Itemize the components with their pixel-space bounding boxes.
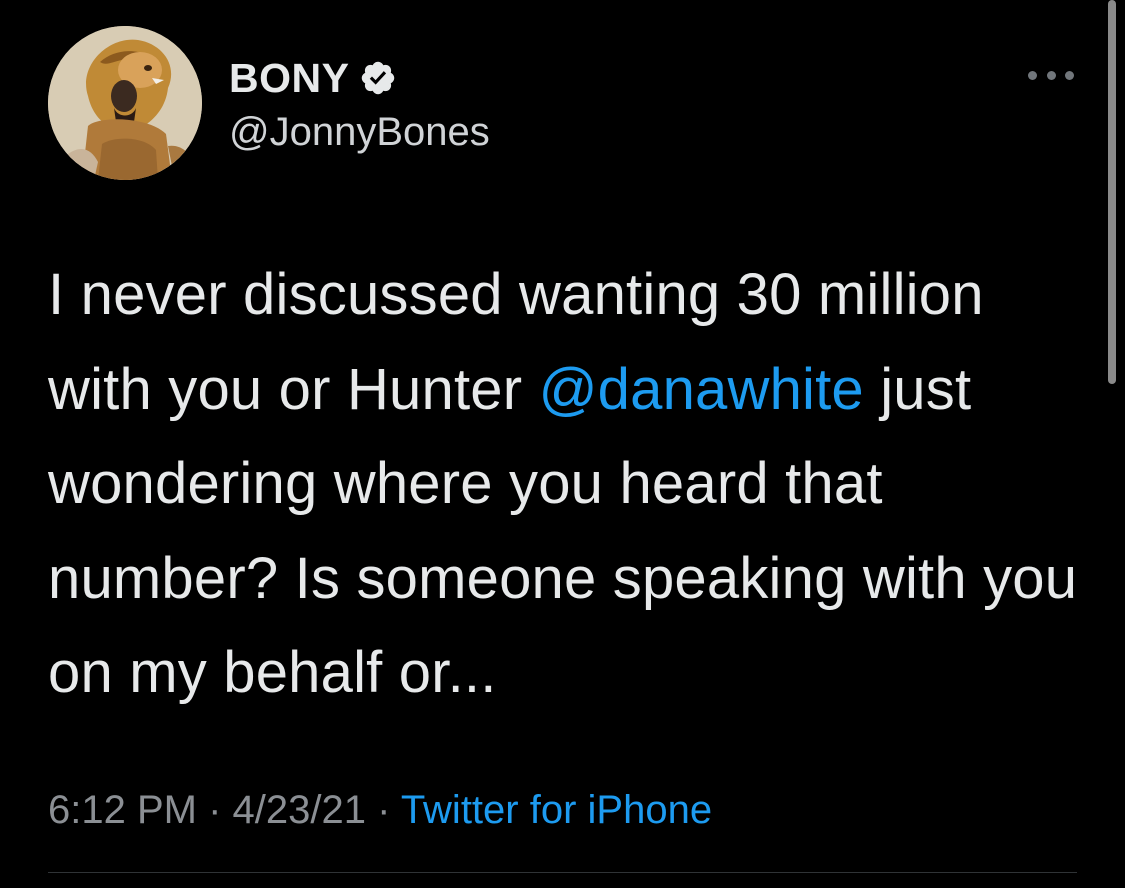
more-dot xyxy=(1028,70,1037,80)
tweet-date[interactable]: 4/23/21 xyxy=(233,788,366,832)
scrollbar[interactable] xyxy=(1108,0,1116,384)
meta-separator: · xyxy=(196,788,233,832)
tweet-meta: 6:12 PM · 4/23/21 · Twitter for iPhone xyxy=(48,780,712,840)
divider xyxy=(48,872,1077,873)
tweet-detail: BONY @JonnyBones I never discussed wanti… xyxy=(0,0,1125,888)
author-name-row[interactable]: BONY xyxy=(229,52,397,104)
more-dot xyxy=(1065,70,1074,80)
author-handle[interactable]: @JonnyBones xyxy=(229,108,490,156)
verified-badge-icon xyxy=(359,59,397,97)
more-dot xyxy=(1046,70,1056,80)
tweet-source-link[interactable]: Twitter for iPhone xyxy=(401,788,712,832)
tweet-time[interactable]: 6:12 PM xyxy=(48,788,197,832)
avatar[interactable] xyxy=(48,26,202,180)
display-name: BONY xyxy=(229,55,350,101)
meta-separator: · xyxy=(365,788,401,832)
mention-link[interactable]: @danawhite xyxy=(539,357,864,422)
lion-avatar-image xyxy=(48,26,202,180)
more-horizontal-icon[interactable] xyxy=(1028,60,1074,90)
tweet-text: I never discussed wanting 30 million wit… xyxy=(48,248,1088,721)
